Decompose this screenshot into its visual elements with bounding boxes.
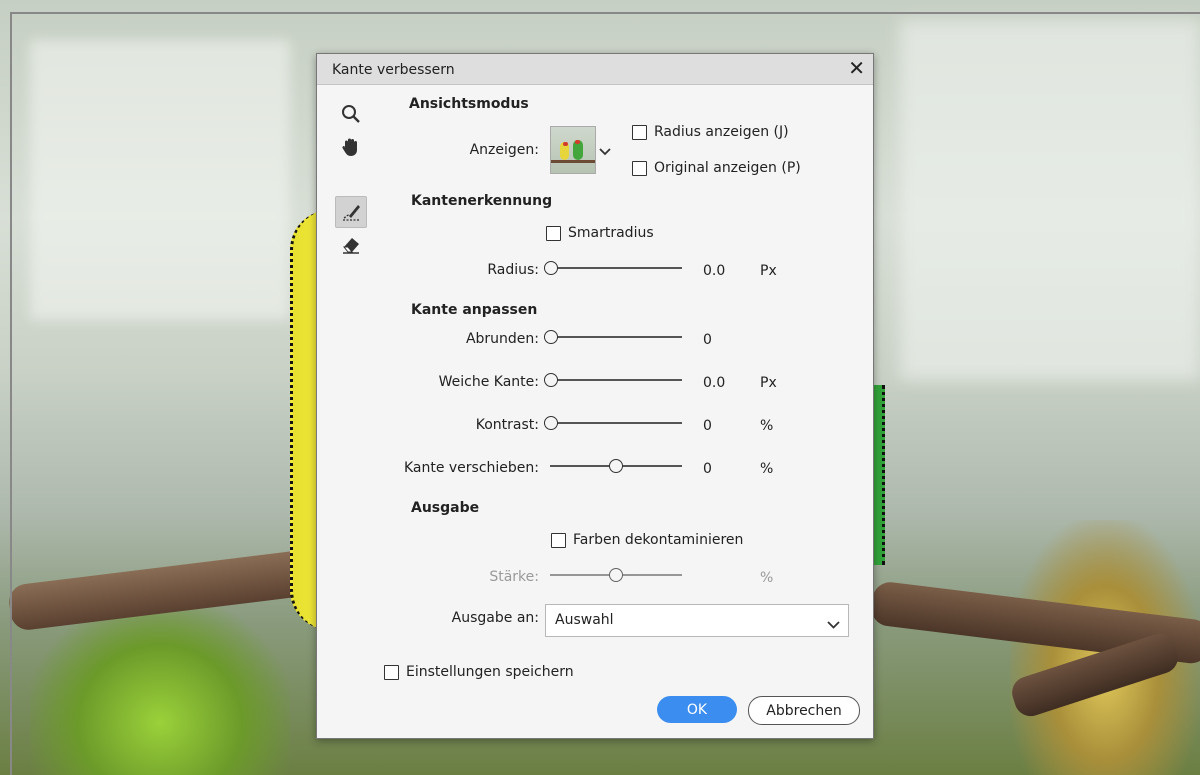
chevron-down-icon[interactable] bbox=[827, 615, 840, 634]
radius-unit: Px bbox=[760, 263, 777, 279]
checkbox-box[interactable] bbox=[384, 664, 399, 680]
amount-unit: % bbox=[760, 570, 774, 586]
radius-label: Radius: bbox=[487, 262, 539, 278]
shift-edge-slider[interactable] bbox=[550, 459, 682, 473]
shift-edge-unit: % bbox=[760, 461, 774, 477]
smooth-label: Abrunden: bbox=[465, 331, 539, 347]
smooth-value: 0 bbox=[703, 332, 712, 348]
feather-unit: Px bbox=[760, 375, 777, 391]
output-to-label: Ausgabe an: bbox=[451, 610, 539, 626]
radius-value: 0.0 bbox=[703, 263, 726, 279]
edge-detection-heading: Kantenerkennung bbox=[411, 193, 553, 209]
output-heading: Ausgabe bbox=[411, 500, 480, 516]
checkbox-box[interactable] bbox=[546, 225, 561, 241]
show-radius-label: Radius anzeigen (J) bbox=[654, 124, 789, 140]
show-original-checkbox[interactable]: Original anzeigen (P) bbox=[632, 160, 801, 176]
decontaminate-checkbox[interactable]: Farben dekontaminieren bbox=[551, 532, 743, 548]
amount-label: Stärke: bbox=[489, 569, 539, 585]
chevron-down-icon[interactable] bbox=[599, 142, 611, 161]
remember-settings-checkbox[interactable]: Einstellungen speichern bbox=[384, 664, 574, 680]
smooth-slider[interactable] bbox=[544, 330, 682, 344]
view-mode-heading: Ansichtsmodus bbox=[409, 96, 529, 112]
contrast-value: 0 bbox=[703, 418, 712, 434]
view-mode-preview[interactable] bbox=[550, 126, 596, 174]
erase-refinements-icon[interactable] bbox=[336, 229, 366, 259]
close-icon[interactable]: ✕ bbox=[848, 56, 865, 80]
decontaminate-label: Farben dekontaminieren bbox=[573, 532, 744, 548]
contrast-slider[interactable] bbox=[544, 416, 682, 430]
refine-edge-dialog: Kante verbessern ✕ Ansichtsmodus Anzeige… bbox=[316, 53, 874, 739]
adjust-edge-heading: Kante anpassen bbox=[411, 302, 538, 318]
feather-slider[interactable] bbox=[544, 373, 682, 387]
remember-settings-label: Einstellungen speichern bbox=[406, 664, 574, 680]
contrast-label: Kontrast: bbox=[475, 417, 539, 433]
slider-thumb[interactable] bbox=[544, 261, 558, 275]
show-radius-checkbox[interactable]: Radius anzeigen (J) bbox=[632, 124, 789, 140]
slider-thumb[interactable] bbox=[544, 330, 558, 344]
output-to-value: Auswahl bbox=[555, 612, 614, 628]
show-original-label: Original anzeigen (P) bbox=[654, 160, 801, 176]
checkbox-box[interactable] bbox=[551, 532, 566, 548]
slider-thumb[interactable] bbox=[544, 416, 558, 430]
smart-radius-checkbox[interactable]: Smartradius bbox=[546, 225, 654, 241]
amount-slider bbox=[550, 568, 682, 582]
shift-edge-value: 0 bbox=[703, 461, 712, 477]
slider-thumb[interactable] bbox=[609, 459, 623, 473]
feather-label: Weiche Kante: bbox=[438, 374, 539, 390]
checkbox-box[interactable] bbox=[632, 124, 647, 140]
radius-slider[interactable] bbox=[544, 261, 682, 275]
dialog-titlebar[interactable]: Kante verbessern ✕ bbox=[317, 54, 873, 85]
output-to-select[interactable]: Auswahl bbox=[545, 604, 849, 637]
zoom-icon[interactable] bbox=[336, 99, 366, 129]
show-label: Anzeigen: bbox=[469, 142, 539, 158]
smart-radius-label: Smartradius bbox=[568, 225, 654, 241]
slider-thumb[interactable] bbox=[544, 373, 558, 387]
checkbox-box[interactable] bbox=[632, 160, 647, 176]
hand-icon[interactable] bbox=[336, 132, 366, 162]
cancel-button[interactable]: Abbrechen bbox=[748, 696, 860, 725]
shift-edge-label: Kante verschieben: bbox=[403, 460, 539, 476]
slider-thumb bbox=[609, 568, 623, 582]
feather-value: 0.0 bbox=[703, 375, 726, 391]
ok-button[interactable]: OK bbox=[657, 696, 737, 723]
contrast-unit: % bbox=[760, 418, 774, 434]
refine-radius-icon[interactable] bbox=[335, 196, 367, 228]
dialog-title: Kante verbessern bbox=[332, 62, 455, 78]
